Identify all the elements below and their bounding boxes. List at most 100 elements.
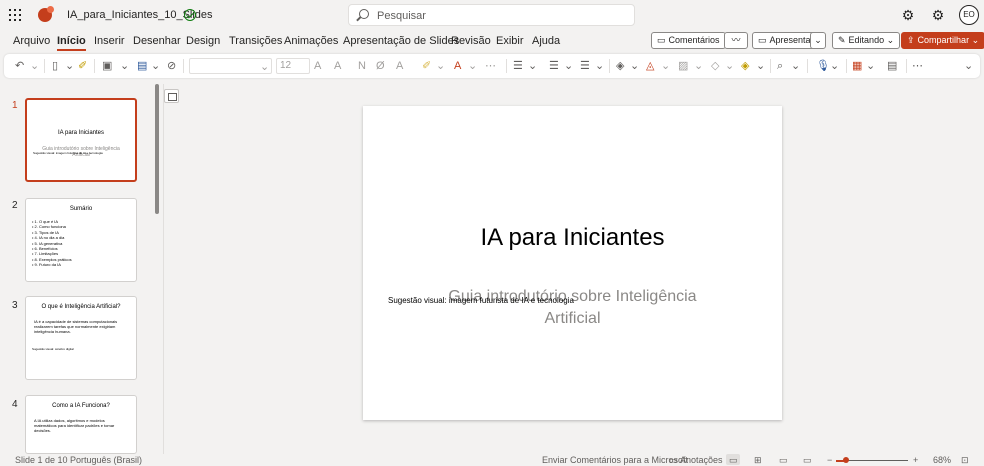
designer-dropdown-icon[interactable]: ⌄ (866, 60, 875, 72)
clear-format-icon[interactable]: Ø (376, 60, 385, 72)
share-button[interactable]: ⇪ Compartilhar ⌄ (901, 32, 984, 49)
highlight-icon[interactable]: ✐ (422, 60, 431, 72)
notes-toggle-icon[interactable] (164, 89, 179, 103)
shapes-icon[interactable]: ◈ (616, 60, 624, 72)
tab-inicio[interactable]: Início (57, 35, 86, 51)
notes-button[interactable]: Anotações (680, 455, 723, 465)
tab-desenhar[interactable]: Desenhar (133, 35, 181, 47)
powerpoint-logo-icon[interactable] (38, 6, 54, 22)
tab-exibir[interactable]: Exibir (496, 35, 524, 47)
font-family-select[interactable]: ⌄ (189, 58, 272, 74)
arrange-icon[interactable]: ◇ (711, 60, 719, 72)
tab-ajuda[interactable]: Ajuda (532, 35, 560, 47)
format-painter-icon[interactable]: ✐ (78, 60, 87, 72)
divider (609, 59, 610, 73)
zoom-level[interactable]: 68% (933, 455, 951, 465)
increase-font-icon[interactable]: A (314, 60, 321, 72)
new-slide-dropdown-icon[interactable]: ⌄ (120, 60, 129, 72)
thumbnail-title: Sumário (69, 206, 93, 212)
tab-apresentacao[interactable]: Apresentação de Slides (343, 35, 459, 47)
chevron-down-icon: ⌄ (814, 35, 822, 45)
catch-up-button[interactable]: 〰 (724, 32, 748, 49)
layout-icon[interactable]: ▤ (137, 60, 147, 72)
slideshow-icon[interactable]: ▭ (803, 455, 812, 466)
comments-button[interactable]: ▭ Comentários (651, 32, 726, 49)
more-font-options-icon[interactable]: ⋯ (485, 60, 496, 72)
avatar[interactable]: EO (959, 5, 979, 25)
gear-icon[interactable]: ⚙ (931, 8, 945, 22)
feedback-link[interactable]: Enviar Comentários para a Microsoft (542, 455, 688, 465)
align-dropdown-icon[interactable]: ⌄ (595, 60, 604, 72)
quick-styles-icon[interactable]: ◈ (741, 60, 749, 72)
slide-visual-note[interactable]: Sugestão visual: imagem futurista de IA … (388, 296, 574, 305)
app-launcher-icon[interactable] (9, 9, 21, 21)
shapes-dropdown-icon[interactable]: ⌄ (630, 60, 639, 72)
layout-dropdown-icon[interactable]: ⌄ (151, 60, 160, 72)
text-effects-icon[interactable]: A (396, 60, 403, 72)
search-input[interactable]: Pesquisar (348, 4, 635, 26)
thumbnail-note: Sugestão visual: cérebro digital (32, 347, 74, 351)
align-icon[interactable]: ☰ (580, 60, 590, 72)
highlight-dropdown-icon[interactable]: ⌄ (436, 60, 445, 72)
divider (846, 59, 847, 73)
expand-ribbon-icon[interactable]: ⌄ (964, 60, 973, 72)
paste-icon[interactable]: ▯ (52, 60, 58, 72)
share-label: Compartilhar (917, 35, 970, 45)
tab-revisao[interactable]: Revisão (451, 35, 491, 47)
editing-mode-button[interactable]: ✎ Editando ⌄ (832, 32, 901, 49)
shape-outline-icon[interactable]: ▨ (678, 60, 688, 72)
saved-status-icon[interactable] (184, 9, 196, 21)
quick-styles-dropdown-icon[interactable]: ⌄ (756, 60, 765, 72)
slide-thumbnail-3[interactable]: O que é Inteligência Artificial? IA é a … (25, 296, 137, 380)
thumbnail-note: Sugestão visual: imagem futurista de IA … (33, 151, 103, 155)
undo-icon[interactable]: ↶ (15, 60, 24, 72)
zoom-slider-thumb[interactable] (843, 457, 850, 463)
bullets-icon[interactable]: ☰ (513, 60, 523, 72)
numbering-dropdown-icon[interactable]: ⌄ (564, 60, 573, 72)
numbering-icon[interactable]: ☰ (549, 60, 559, 72)
zoom-out-icon[interactable]: − (827, 455, 832, 465)
decrease-font-icon[interactable]: A (334, 60, 341, 72)
font-size-select[interactable]: 12 (276, 58, 310, 74)
font-color-icon[interactable]: A (454, 60, 461, 72)
new-slide-icon[interactable]: ▣ (102, 60, 112, 72)
paste-dropdown-icon[interactable]: ⌄ (65, 60, 74, 72)
reading-view-icon[interactable]: ▭ (779, 455, 788, 466)
language-indicator[interactable]: Português (Brasil) (70, 455, 142, 465)
find-dropdown-icon[interactable]: ⌄ (791, 60, 800, 72)
slide-sorter-icon[interactable]: ⊞ (754, 455, 762, 466)
dictate-icon[interactable]: 🎙 (816, 60, 830, 72)
shape-fill-icon[interactable]: ◬ (646, 60, 654, 72)
slide-title[interactable]: IA para Iniciantes (363, 224, 782, 252)
slide-thumbnail-4[interactable]: Como a IA Funciona? A IA utiliza dados, … (25, 395, 137, 454)
dictate-dropdown-icon[interactable]: ⌄ (830, 60, 839, 72)
more-options-icon[interactable]: ⋯ (912, 60, 923, 72)
thumbnail-title: Como a IA Funciona? (52, 403, 110, 409)
bullets-dropdown-icon[interactable]: ⌄ (528, 60, 537, 72)
tab-inserir[interactable]: Inserir (94, 35, 125, 47)
tab-arquivo[interactable]: Arquivo (13, 35, 50, 47)
shape-outline-dropdown-icon[interactable]: ⌄ (694, 60, 703, 72)
zoom-in-icon[interactable]: + (913, 455, 918, 465)
slide-thumbnail-2[interactable]: Sumário 1. O que é IA 2. Como funciona 3… (25, 198, 137, 282)
add-ins-icon[interactable]: ▤ (887, 60, 897, 72)
undo-dropdown-icon[interactable]: ⌄ (30, 60, 39, 72)
settings-icon[interactable]: ⚙ (901, 8, 915, 22)
designer-icon[interactable]: ▦ (852, 60, 862, 72)
slide-canvas[interactable]: IA para Iniciantes Guia introdutório sob… (363, 106, 782, 420)
present-dropdown[interactable]: ⌄ (810, 32, 826, 49)
shape-fill-dropdown-icon[interactable]: ⌄ (661, 60, 670, 72)
tab-transicoes[interactable]: Transições (229, 35, 282, 47)
divider (44, 59, 45, 73)
tab-design[interactable]: Design (186, 35, 220, 47)
hide-slide-icon[interactable]: ⊘ (167, 60, 176, 72)
tab-animacoes[interactable]: Animações (284, 35, 338, 47)
slide-subtitle[interactable]: Guia introdutório sobre Inteligência Art… (423, 286, 722, 330)
thumbnail-scrollbar[interactable] (155, 84, 159, 214)
fit-to-window-icon[interactable]: ⊡ (961, 455, 969, 466)
find-icon[interactable]: ⌕ (777, 60, 783, 72)
arrange-dropdown-icon[interactable]: ⌄ (725, 60, 734, 72)
slide-thumbnail-1[interactable]: IA para Iniciantes Guia introdutório sob… (25, 98, 137, 182)
font-color-dropdown-icon[interactable]: ⌄ (468, 60, 477, 72)
bold-icon[interactable]: N (358, 60, 366, 72)
